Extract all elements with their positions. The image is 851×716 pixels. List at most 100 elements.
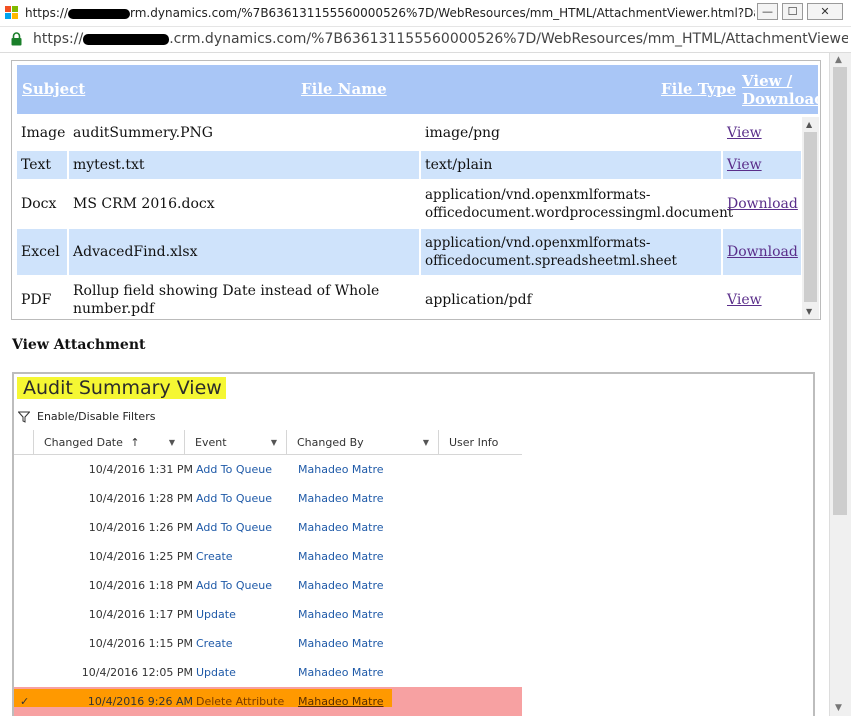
window-title-bar: https://rm.dynamics.com/%7B6361311555600… bbox=[0, 0, 851, 27]
changed-date-cell: 10/4/2016 1:25 PM bbox=[88, 550, 193, 563]
changed-date-cell: 10/4/2016 12:05 PM bbox=[81, 666, 193, 679]
checkmark-icon[interactable]: ✓ bbox=[20, 687, 29, 716]
file-type-cell: application/vnd.openxmlformats-officedoc… bbox=[425, 187, 734, 221]
file-type-column-link[interactable]: File Type bbox=[661, 80, 736, 98]
scroll-up-icon[interactable]: ▲ bbox=[835, 55, 842, 65]
redacted-mark bbox=[68, 8, 131, 19]
column-changed-date[interactable]: Changed Date ↑ ▼ bbox=[33, 430, 184, 455]
subject-cell: PDF bbox=[21, 292, 52, 308]
maximize-button[interactable]: ☐ bbox=[782, 3, 803, 20]
filter-label: Enable/Disable Filters bbox=[37, 410, 156, 423]
file-name-cell: MS CRM 2016.docx bbox=[73, 196, 215, 212]
scroll-down-icon[interactable]: ▼ bbox=[806, 307, 812, 316]
subject-cell: Image bbox=[21, 125, 66, 141]
changed-by-link[interactable]: Mahadeo Matre bbox=[298, 571, 384, 600]
close-button[interactable]: ✕ bbox=[807, 3, 843, 20]
event-link[interactable]: Create bbox=[196, 629, 233, 658]
table-row[interactable]: 10/4/2016 1:31 PM Add To Queue Mahadeo M… bbox=[14, 455, 522, 484]
changed-date-cell: 10/4/2016 1:15 PM bbox=[88, 637, 193, 650]
changed-by-link[interactable]: Mahadeo Matre bbox=[298, 542, 384, 571]
event-link[interactable]: Update bbox=[196, 658, 236, 687]
subject-cell: Excel bbox=[17, 229, 67, 275]
grid-header: Changed Date ↑ ▼ Event ▼ Changed By ▼ Us… bbox=[14, 430, 522, 455]
file-type-cell: image/png bbox=[425, 125, 501, 141]
table-row: Text mytest.txt text/plain View bbox=[17, 151, 801, 179]
event-link[interactable]: Update bbox=[196, 600, 236, 629]
file-name-cell: AdvacedFind.xlsx bbox=[69, 229, 419, 275]
column-event[interactable]: Event ▼ bbox=[184, 430, 286, 455]
changed-by-link[interactable]: Mahadeo Matre bbox=[298, 687, 384, 716]
event-link[interactable]: Create bbox=[196, 542, 233, 571]
changed-date-cell: 10/4/2016 9:26 AM bbox=[87, 695, 193, 708]
changed-by-link[interactable]: Mahadeo Matre bbox=[298, 629, 384, 658]
chevron-down-icon[interactable]: ▼ bbox=[423, 430, 429, 455]
lock-icon bbox=[11, 32, 22, 46]
changed-by-link[interactable]: Mahadeo Matre bbox=[298, 658, 384, 687]
file-name-column-link[interactable]: File Name bbox=[301, 80, 387, 98]
changed-date-cell: 10/4/2016 1:26 PM bbox=[88, 521, 193, 534]
window-title: https://rm.dynamics.com/%7B6361311555600… bbox=[25, 6, 755, 20]
view-attachment-heading: View Attachment bbox=[12, 337, 146, 353]
table-row[interactable]: 10/4/2016 1:28 PM Add To Queue Mahadeo M… bbox=[14, 484, 522, 513]
table-row: PDF Rollup field showing Date instead of… bbox=[17, 277, 801, 319]
table-row[interactable]: 10/4/2016 1:26 PM Add To Queue Mahadeo M… bbox=[14, 513, 522, 542]
subject-cell: Text bbox=[17, 151, 67, 179]
attachment-table-header: Subject File Name File Type View / Downlo… bbox=[17, 65, 820, 114]
file-name-cell: Rollup field showing Date instead of Who… bbox=[73, 283, 380, 317]
changed-date-cell: 10/4/2016 1:18 PM bbox=[88, 579, 193, 592]
view-link[interactable]: View bbox=[727, 156, 762, 174]
changed-by-link[interactable]: Mahadeo Matre bbox=[298, 600, 384, 629]
view-link[interactable]: View bbox=[727, 291, 762, 309]
column-user-info[interactable]: User Info bbox=[438, 430, 522, 455]
event-link[interactable]: Add To Queue bbox=[196, 484, 272, 513]
attachment-preview-frame: Audit Summary View Enable/Disable Filter… bbox=[12, 372, 815, 716]
view-link[interactable]: View bbox=[727, 124, 762, 142]
scroll-up-icon[interactable]: ▲ bbox=[806, 120, 812, 129]
sort-ascending-icon: ↑ bbox=[130, 436, 140, 449]
filter-toggle[interactable]: Enable/Disable Filters bbox=[18, 410, 155, 423]
changed-by-link[interactable]: Mahadeo Matre bbox=[298, 484, 384, 513]
audit-summary-title: Audit Summary View bbox=[17, 377, 226, 399]
file-name-cell: auditSummery.PNG bbox=[73, 125, 213, 141]
table-row: Excel AdvacedFind.xlsx application/vnd.o… bbox=[17, 229, 801, 275]
download-link[interactable]: Download bbox=[727, 195, 798, 213]
event-link[interactable]: Add To Queue bbox=[196, 455, 272, 484]
subject-column-link[interactable]: Subject bbox=[22, 80, 85, 98]
filter-icon bbox=[18, 411, 30, 423]
view-download-column-link[interactable]: View / Download bbox=[742, 72, 820, 108]
changed-by-link[interactable]: Mahadeo Matre bbox=[298, 455, 384, 484]
table-row-selected[interactable]: ✓ 10/4/2016 9:26 AM Delete Attribute Mah… bbox=[14, 687, 522, 716]
redacted-mark bbox=[83, 33, 170, 45]
download-link[interactable]: Download bbox=[727, 243, 798, 261]
event-link[interactable]: Delete Attribute bbox=[196, 687, 284, 716]
url-text[interactable]: https://.crm.dynamics.com/%7B63613115556… bbox=[33, 31, 848, 47]
table-row[interactable]: 10/4/2016 1:18 PM Add To Queue Mahadeo M… bbox=[14, 571, 522, 600]
page-scrollbar[interactable]: ▲ ▼ bbox=[829, 53, 851, 716]
table-row[interactable]: 10/4/2016 1:25 PM Create Mahadeo Matre bbox=[14, 542, 522, 571]
scrollbar-thumb[interactable] bbox=[833, 67, 847, 515]
scroll-down-icon[interactable]: ▼ bbox=[835, 703, 842, 713]
table-row[interactable]: 10/4/2016 1:15 PM Create Mahadeo Matre bbox=[14, 629, 522, 658]
chevron-down-icon[interactable]: ▼ bbox=[169, 430, 175, 455]
file-name-cell: mytest.txt bbox=[69, 151, 419, 179]
minimize-button[interactable]: — bbox=[757, 3, 778, 20]
table-row: Image auditSummery.PNG image/png View bbox=[17, 117, 801, 149]
table-row[interactable]: 10/4/2016 1:17 PM Update Mahadeo Matre bbox=[14, 600, 522, 629]
chevron-down-icon[interactable]: ▼ bbox=[271, 430, 277, 455]
changed-by-link[interactable]: Mahadeo Matre bbox=[298, 513, 384, 542]
changed-date-cell: 10/4/2016 1:31 PM bbox=[88, 463, 193, 476]
microsoft-logo-icon bbox=[5, 6, 19, 20]
page-content: Subject File Name File Type View / Downlo… bbox=[0, 53, 829, 716]
file-type-cell: application/vnd.openxmlformats-officedoc… bbox=[421, 229, 721, 275]
subject-cell: Docx bbox=[21, 196, 57, 212]
changed-date-cell: 10/4/2016 1:17 PM bbox=[88, 608, 193, 621]
attachment-scrollbar[interactable]: ▲ ▼ bbox=[802, 117, 819, 319]
event-link[interactable]: Add To Queue bbox=[196, 513, 272, 542]
address-bar[interactable]: https://.crm.dynamics.com/%7B63613115556… bbox=[0, 27, 851, 53]
event-link[interactable]: Add To Queue bbox=[196, 571, 272, 600]
table-row[interactable]: 10/4/2016 12:05 PM Update Mahadeo Matre bbox=[14, 658, 522, 687]
attachment-table-body: Image auditSummery.PNG image/png View Te… bbox=[17, 117, 801, 319]
scrollbar-thumb[interactable] bbox=[804, 132, 817, 302]
column-changed-by[interactable]: Changed By ▼ bbox=[286, 430, 438, 455]
attachment-table-frame: Subject File Name File Type View / Downlo… bbox=[11, 60, 821, 320]
